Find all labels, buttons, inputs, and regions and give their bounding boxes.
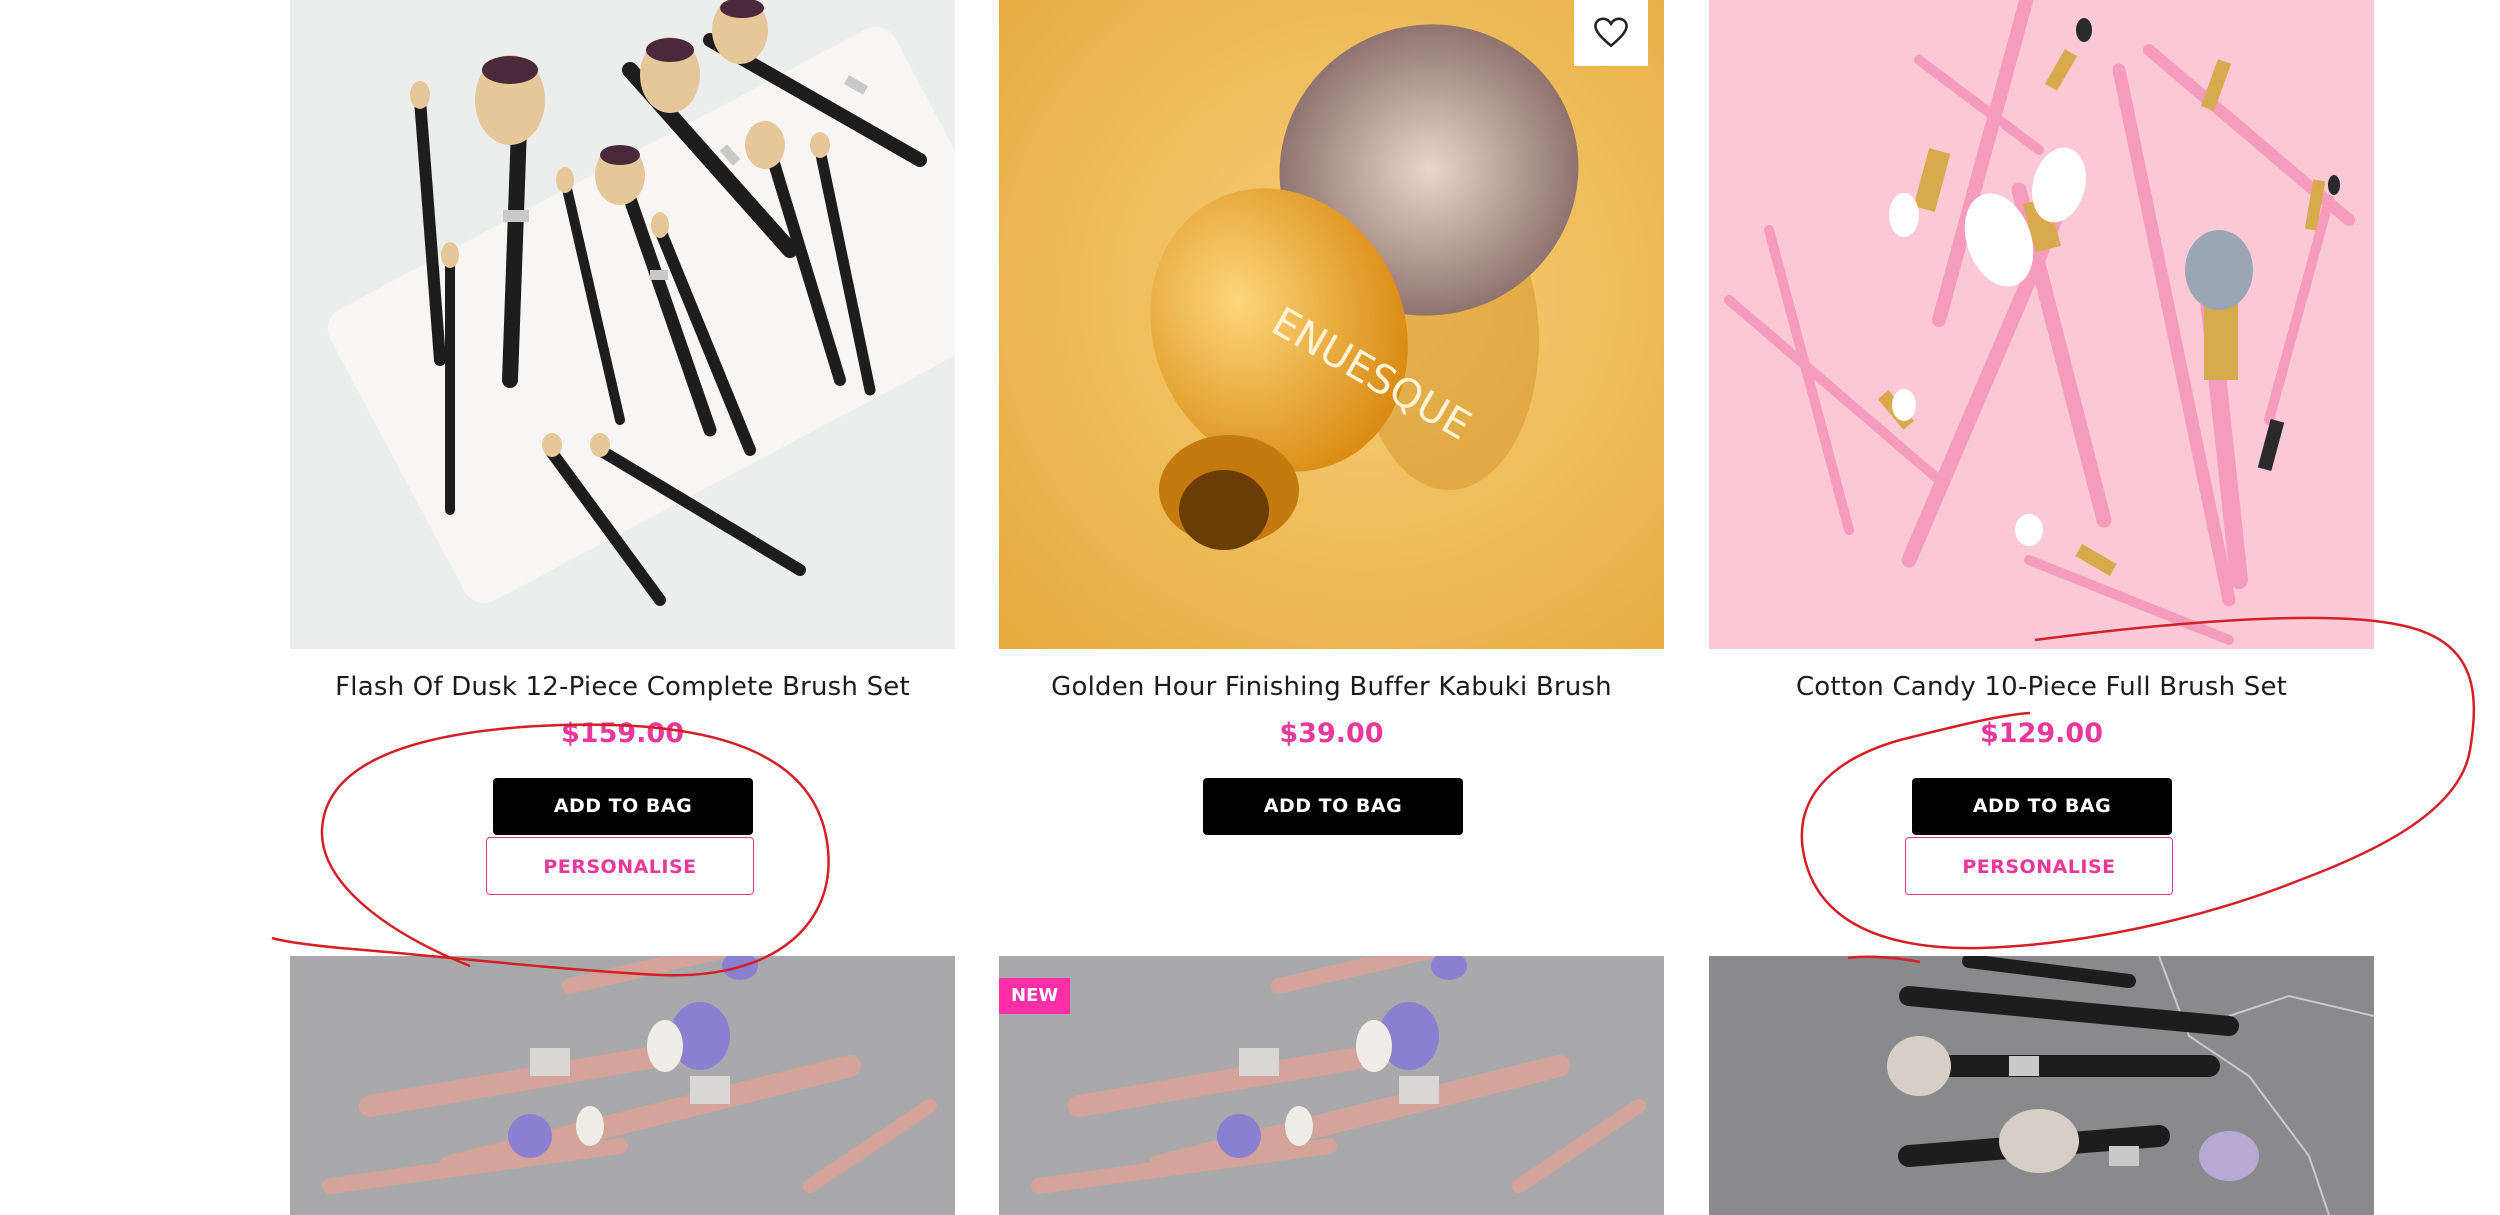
product-title[interactable]: Golden Hour Finishing Buffer Kabuki Brus… <box>999 672 1664 702</box>
product-card-cotton-candy[interactable]: Cotton Candy 10-Piece Full Brush Set $12… <box>1709 0 2374 900</box>
product-card-row2-1[interactable] <box>290 956 955 1215</box>
product-image[interactable] <box>1709 0 2374 649</box>
personalise-button[interactable]: PERSONALISE <box>486 837 754 895</box>
product-price: $129.00 <box>1980 718 2103 749</box>
product-image[interactable] <box>290 0 955 649</box>
heart-outline-icon <box>1594 17 1628 48</box>
add-to-bag-button[interactable]: ADD TO BAG <box>1912 778 2172 835</box>
product-image[interactable] <box>290 956 955 1215</box>
product-card-flash-of-dusk[interactable]: Flash Of Dusk 12-Piece Complete Brush Se… <box>290 0 955 900</box>
new-badge: NEW <box>999 978 1071 1014</box>
product-title[interactable]: Cotton Candy 10-Piece Full Brush Set <box>1709 672 2374 702</box>
product-title[interactable]: Flash Of Dusk 12-Piece Complete Brush Se… <box>290 672 955 702</box>
product-card-row2-3[interactable] <box>1709 956 2374 1215</box>
product-image[interactable] <box>999 956 1664 1215</box>
add-to-bag-button[interactable]: ADD TO BAG <box>493 778 753 835</box>
product-card-row2-2[interactable]: NEW <box>999 956 1664 1215</box>
product-card-golden-hour[interactable]: ENUESQUE Golden Hour Finishing Buffer Ka… <box>999 0 1664 900</box>
add-to-bag-button[interactable]: ADD TO BAG <box>1203 778 1463 835</box>
product-image[interactable]: ENUESQUE <box>999 0 1664 649</box>
product-image[interactable] <box>1709 956 2374 1215</box>
personalise-button[interactable]: PERSONALISE <box>1905 837 2173 895</box>
product-price: $159.00 <box>561 718 684 749</box>
product-price: $39.00 <box>1279 718 1384 749</box>
wishlist-button[interactable] <box>1574 0 1648 66</box>
